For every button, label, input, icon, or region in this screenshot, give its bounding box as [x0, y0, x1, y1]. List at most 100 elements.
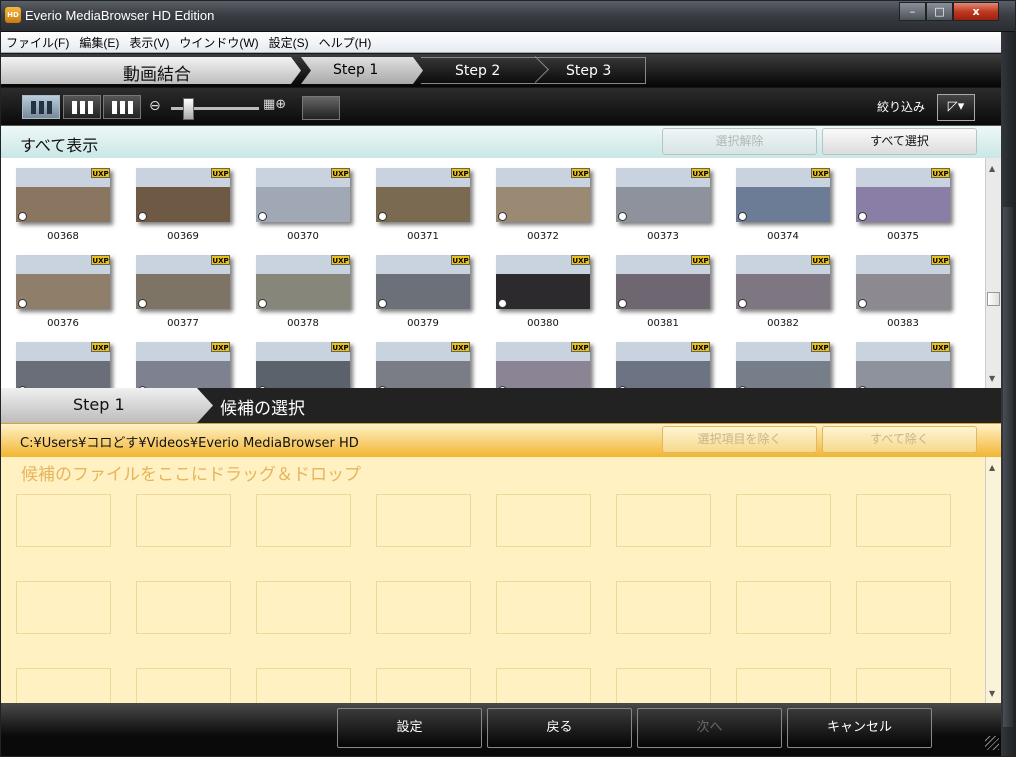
play-icon[interactable] [618, 212, 627, 221]
play-icon[interactable] [738, 299, 747, 308]
play-icon[interactable] [138, 212, 147, 221]
clip-thumbnail[interactable]: UXP [496, 342, 592, 388]
play-icon[interactable] [378, 212, 387, 221]
clip-thumbnail[interactable]: UXP 00383 [856, 255, 952, 329]
back-button[interactable]: 戻る [487, 708, 632, 748]
clip-thumbnail[interactable]: UXP 00370 [256, 168, 352, 242]
clip-thumbnail[interactable]: UXP 00381 [616, 255, 712, 329]
clip-thumbnail[interactable]: UXP [616, 342, 712, 388]
clip-thumbnail[interactable]: UXP [136, 342, 232, 388]
wizard-step-bar: 動画結合 Step 1 Step 2 Step 3 [1, 54, 1001, 87]
clip-label: 00376 [47, 318, 79, 329]
remove-selected-button[interactable]: 選択項目を除く [662, 426, 817, 453]
empty-candidate-slot [856, 581, 951, 634]
menu-edit[interactable]: 編集(E) [74, 33, 124, 53]
play-icon[interactable] [498, 212, 507, 221]
menu-window[interactable]: ウインドウ(W) [174, 33, 263, 53]
empty-candidate-slot [376, 494, 471, 547]
filter-dropdown-button[interactable]: ◸▾ [937, 94, 975, 121]
clip-thumbnail[interactable]: UXP [376, 342, 472, 388]
clip-thumbnail[interactable]: UXP 00377 [136, 255, 232, 329]
scrollbar-thumb[interactable] [987, 292, 1000, 306]
clip-thumbnail[interactable]: UXP 00372 [496, 168, 592, 242]
resize-grip-icon[interactable] [985, 736, 999, 750]
clip-thumbnail[interactable]: UXP 00371 [376, 168, 472, 242]
clip-thumbnail[interactable]: UXP [16, 342, 112, 388]
play-icon[interactable] [258, 299, 267, 308]
scroll-up-icon[interactable]: ▲ [989, 463, 995, 472]
deselect-button[interactable]: 選択解除 [662, 128, 817, 155]
uxp-badge: UXP [571, 342, 590, 352]
title-bar[interactable]: HD Everio MediaBrowser HD Edition – □ x [1, 1, 1015, 32]
play-icon[interactable] [738, 212, 747, 221]
play-icon[interactable] [498, 299, 507, 308]
scroll-up-icon[interactable]: ▲ [989, 164, 995, 173]
empty-candidate-slot [376, 668, 471, 703]
detail-toggle-button[interactable] [302, 96, 340, 120]
menu-bar: ファイル(F) 編集(E) 表示(V) ウインドウ(W) 設定(S) ヘルプ(H) [1, 32, 1001, 53]
maximize-button[interactable]: □ [926, 2, 953, 21]
menu-file[interactable]: ファイル(F) [1, 33, 74, 53]
clip-thumbnail[interactable]: UXP [856, 342, 952, 388]
remove-all-button[interactable]: すべて除く [822, 426, 977, 453]
clip-thumbnail[interactable]: UXP 00376 [16, 255, 112, 329]
menu-settings[interactable]: 設定(S) [264, 33, 314, 53]
zoom-in-icon[interactable]: ▦⊕ [263, 97, 291, 115]
scroll-down-icon[interactable]: ▼ [989, 689, 995, 698]
empty-candidate-slot [136, 581, 231, 634]
list-view-button[interactable] [63, 95, 101, 119]
clip-thumbnail[interactable]: UXP 00375 [856, 168, 952, 242]
empty-candidate-slot [136, 494, 231, 547]
clip-thumbnail[interactable]: UXP 00378 [256, 255, 352, 329]
clip-thumbnail[interactable]: UXP 00369 [136, 168, 232, 242]
clip-thumbnail[interactable]: UXP 00382 [736, 255, 832, 329]
empty-candidate-slot [256, 494, 351, 547]
clip-thumbnail[interactable]: UXP 00368 [16, 168, 112, 242]
play-icon[interactable] [258, 212, 267, 221]
close-button[interactable]: x [953, 2, 999, 21]
play-icon[interactable] [18, 212, 27, 221]
play-icon[interactable] [18, 299, 27, 308]
clip-thumbnail[interactable]: UXP [256, 342, 352, 388]
step-1-tab: Step 1 [301, 57, 423, 84]
slider-knob[interactable] [183, 98, 194, 120]
play-icon[interactable] [618, 299, 627, 308]
calendar-view-button[interactable] [103, 95, 141, 119]
uxp-badge: UXP [811, 255, 830, 265]
empty-candidate-slot [736, 668, 831, 703]
play-icon[interactable] [378, 299, 387, 308]
clip-thumbnail[interactable]: UXP 00380 [496, 255, 592, 329]
clip-label: 00375 [887, 231, 919, 242]
window-title: Everio MediaBrowser HD Edition [25, 8, 215, 23]
menu-help[interactable]: ヘルプ(H) [314, 33, 377, 53]
empty-candidate-slot [856, 494, 951, 547]
candidate-drop-zone[interactable]: 候補のファイルをここにドラッグ＆ドロップ [1, 457, 985, 703]
thumbnail-size-slider[interactable] [171, 98, 259, 120]
empty-candidate-slot [136, 668, 231, 703]
uxp-badge: UXP [91, 342, 110, 352]
empty-candidate-slot [256, 668, 351, 703]
thumbnail-view-button[interactable] [22, 95, 60, 119]
settings-button[interactable]: 設定 [337, 708, 482, 748]
play-icon[interactable] [858, 212, 867, 221]
select-all-button[interactable]: すべて選択 [822, 128, 977, 155]
clip-thumbnail[interactable]: UXP 00374 [736, 168, 832, 242]
library-scrollbar[interactable]: ▲ ▼ [985, 158, 1001, 388]
zoom-out-icon[interactable]: ⊖ [149, 98, 169, 116]
cancel-button[interactable]: キャンセル [787, 708, 932, 748]
empty-candidate-slot [616, 668, 711, 703]
drop-hint: 候補のファイルをここにドラッグ＆ドロップ [21, 465, 361, 485]
clip-thumbnail[interactable]: UXP 00379 [376, 255, 472, 329]
clip-label: 00383 [887, 318, 919, 329]
folder-path: C:¥Users¥コロどす¥Videos¥Everio MediaBrowser… [20, 436, 359, 451]
play-icon[interactable] [138, 299, 147, 308]
minimize-button[interactable]: – [899, 2, 926, 21]
scroll-down-icon[interactable]: ▼ [989, 374, 995, 383]
next-button[interactable]: 次へ [637, 708, 782, 748]
play-icon[interactable] [858, 299, 867, 308]
clip-thumbnail[interactable]: UXP [736, 342, 832, 388]
menu-view[interactable]: 表示(V) [124, 33, 174, 53]
clip-thumbnail[interactable]: UXP 00373 [616, 168, 712, 242]
candidates-scrollbar[interactable]: ▲ ▼ [985, 457, 1001, 703]
clip-label: 00372 [527, 231, 559, 242]
